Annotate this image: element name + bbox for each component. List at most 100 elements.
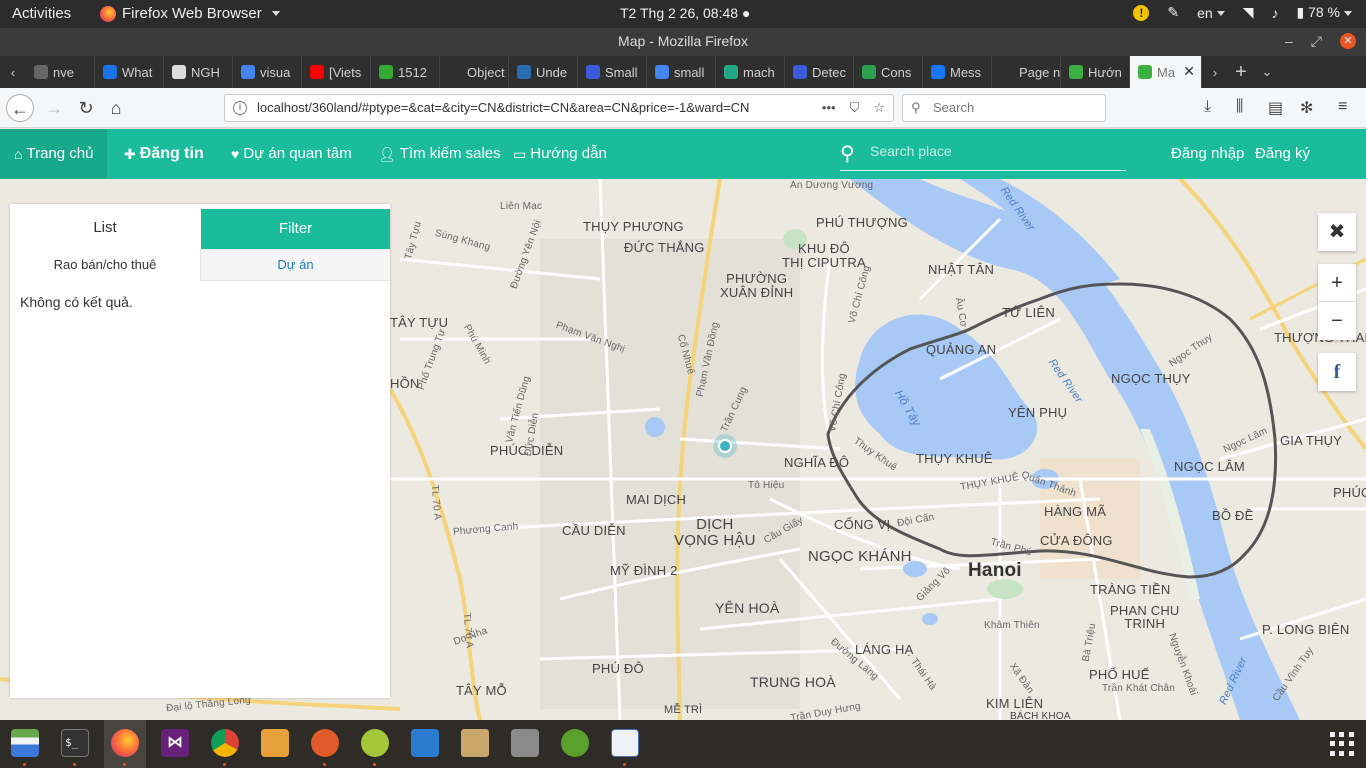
system-monitor-icon[interactable] [411,729,439,757]
browser-search-field[interactable]: ⚲ Search [902,94,1106,122]
map-label: KHU ĐÔ THỊ CIPUTRA [782,241,866,270]
tab-label: mach [743,64,775,80]
document-viewer-icon[interactable] [611,729,639,757]
running-indicator [623,763,626,766]
browser-tab[interactable]: Ma ✕ [1130,56,1202,88]
map-label: Khâm Thiên [984,620,1040,631]
browser-tab[interactable]: Small [578,56,647,88]
nav-projects[interactable]: ♥ Dự án quan tâm [231,129,352,179]
site-navbar: ⌂ Trang chủ ✚ Đăng tin ♥ Dự án quan tâm 👤︎ T… [0,129,1366,179]
browser-tab[interactable]: Mess [923,56,992,88]
clock[interactable]: T2 Thg 2 26, 08:48 ● [620,5,750,21]
nav-guide[interactable]: ▭ Hướng dẫn [513,129,607,179]
browser-tab[interactable]: Object De [440,56,509,88]
downloads-icon[interactable]: ⤓ [1204,98,1211,116]
close-tab-icon[interactable]: ✕ [1183,63,1195,80]
app-menu[interactable]: Firefox Web Browser [100,5,280,22]
browser-tab[interactable]: visua [233,56,302,88]
url-text: localhost/360land/#ptype=&cat=&city=CN&d… [257,100,750,115]
clipboard-icon[interactable]: ✎ [1167,4,1179,21]
scroll-tabs-right-icon[interactable]: › [1202,56,1228,88]
editor-icon[interactable] [311,729,339,757]
battery-indicator[interactable]: ▮ 78 % [1296,4,1352,21]
tab-list[interactable]: List [10,204,200,249]
tab-filter[interactable]: Filter [201,209,390,249]
language-indicator[interactable]: en [1197,5,1225,21]
tab-label: Cons [881,64,912,80]
hamburger-menu-icon[interactable]: ≡ [1338,98,1347,116]
browser-tab[interactable]: small [647,56,716,88]
plus-icon: + [1331,272,1343,294]
plus-icon: ✚ [124,146,136,162]
scroll-tabs-left-icon[interactable]: ‹ [0,56,26,88]
tab-favicon-icon [862,65,876,79]
system-tray[interactable]: ! ✎ en ◥ ♪ ▮ 78 % [1133,4,1352,21]
zoom-out-button[interactable]: − [1318,302,1356,340]
zoom-in-button[interactable]: + [1318,264,1356,302]
login-link[interactable]: Đăng nhập [1171,129,1244,179]
tab-label: Hướn [1088,64,1122,80]
browser-tab[interactable]: Cons [854,56,923,88]
archive-manager-icon[interactable] [261,729,289,757]
wifi-icon[interactable]: ◥ [1243,4,1254,21]
firefox-icon [100,5,116,22]
terminal-icon[interactable]: $_ [61,729,89,757]
library-icon[interactable]: ⫼ [1236,98,1243,116]
warning-icon[interactable]: ! [1133,4,1150,21]
subtab-projects[interactable]: Dự án [200,249,390,281]
url-bar[interactable]: i localhost/360land/#ptype=&cat=&city=CN… [224,94,894,122]
speaker-icon[interactable] [461,729,489,757]
browser-tab[interactable]: 1512 [371,56,440,88]
browser-tab[interactable]: NGH [164,56,233,88]
back-button[interactable]: ← [6,94,34,122]
minimize-icon[interactable]: – [1285,28,1293,54]
maximize-icon[interactable]: ⤢ [1311,28,1322,54]
visual-studio-icon[interactable]: ⋈ [161,729,189,757]
browser-tab[interactable]: nve [26,56,95,88]
new-tab-icon[interactable]: + [1228,56,1254,88]
facebook-share-button[interactable]: f [1318,353,1356,391]
page-actions-icon[interactable]: ••• [822,95,836,121]
browser-tab[interactable]: Hướn [1061,56,1130,88]
subtab-sale-rent[interactable]: Rao bán/cho thuê [10,249,200,281]
show-applications-icon[interactable] [1330,732,1354,756]
browser-tab[interactable]: Unde [509,56,578,88]
map-label: MỸ ĐÌNH 2 [610,563,678,578]
tab-favicon-icon [655,65,669,79]
close-window-icon[interactable]: ✕ [1340,33,1356,49]
activities-button[interactable]: Activities [12,5,71,22]
info-icon[interactable]: i [233,101,247,115]
nav-sales[interactable]: 👤︎ Tìm kiếm sales [378,129,501,179]
files-icon[interactable] [11,729,39,757]
register-link[interactable]: Đăng ký [1255,129,1310,179]
current-location-marker[interactable] [713,434,737,458]
volume-icon[interactable]: ♪ [1271,5,1278,21]
nav-home[interactable]: ⌂ Trang chủ [0,129,108,179]
browser-tab[interactable]: Detec [785,56,854,88]
reload-button[interactable]: ↻ [72,94,100,122]
tab-label: Object De [467,64,508,80]
tab-list-menu-icon[interactable]: ⌄ [1254,56,1280,88]
browser-tab[interactable]: What [95,56,164,88]
bookmark-star-icon[interactable]: ☆ [873,95,885,121]
chrome-icon[interactable] [211,729,239,757]
close-map-button[interactable]: ✖ [1318,213,1356,251]
browser-tab[interactable]: mach [716,56,785,88]
tab-filter-label: Filter [278,220,313,237]
firefox-dock-icon[interactable] [111,729,139,757]
extension-icon[interactable]: ✻ [1300,98,1313,118]
chevron-down-icon [1344,10,1352,16]
android-studio-icon[interactable] [361,729,389,757]
place-search-input[interactable] [870,143,1120,159]
nav-guide-label: Hướng dẫn [530,145,607,162]
gimp-icon[interactable] [561,729,589,757]
sidebar-icon[interactable]: ▤ [1268,98,1283,118]
home-button[interactable]: ⌂ [102,94,130,122]
nav-post-listing[interactable]: ✚ Đăng tin [124,129,204,179]
browser-tab[interactable]: [Viets [302,56,371,88]
browser-tab[interactable]: Page not [992,56,1061,88]
software-updater-icon[interactable] [511,729,539,757]
forward-button[interactable]: → [40,94,68,122]
nav-sales-label: Tìm kiếm sales [399,145,501,162]
pocket-icon[interactable]: ⛉ [850,95,860,121]
